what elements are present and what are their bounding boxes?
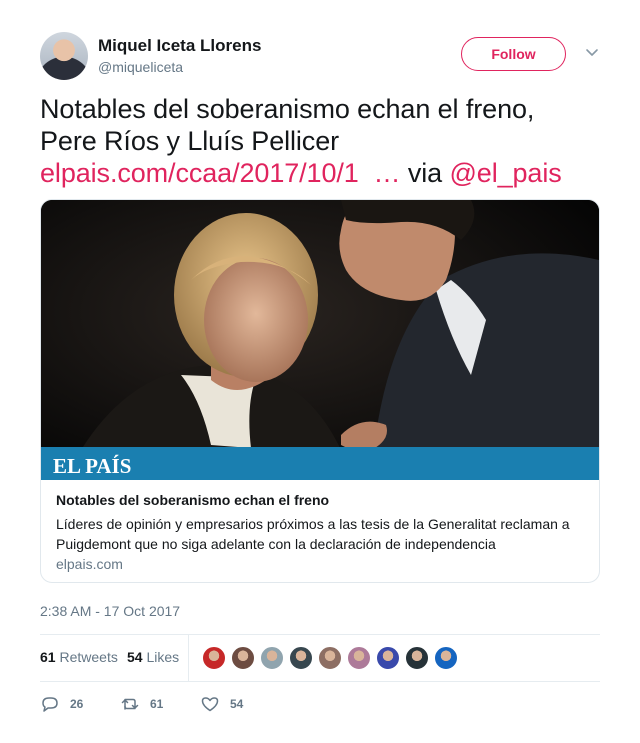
reply-count: 26 [70, 697, 84, 711]
tweet-actions: 26 61 54 [40, 694, 600, 714]
liker-avatar[interactable] [289, 646, 313, 670]
like-button[interactable]: 54 [200, 694, 243, 714]
card-title[interactable]: Notables del soberanismo echan el freno [56, 492, 329, 508]
card-description: Líderes de opinión y empresarios próximo… [56, 516, 570, 552]
heart-icon [201, 697, 219, 712]
retweet-button[interactable]: 61 [120, 694, 163, 714]
likes-label: Likes [146, 649, 180, 665]
author-avatar[interactable] [40, 32, 88, 80]
tweet-text-line-1: Notables del soberanismo echan el freno, [40, 94, 535, 124]
divider-bottom [40, 681, 600, 682]
follow-button[interactable]: Follow [461, 37, 566, 71]
tweet-header: Miquel Iceta Llorens @miqueliceta Follow [40, 32, 600, 82]
retweets-count: 61 [40, 649, 56, 665]
caret-down-icon[interactable] [584, 44, 600, 60]
tweet-text-line-2: Pere Ríos y Lluís Pellicer [40, 126, 340, 156]
link-card[interactable]: EL PAÍS Notables del soberanismo echan e… [40, 199, 600, 583]
card-domain: elpais.com [56, 556, 123, 572]
tweet-stats: 61 Retweets 54 Likes [40, 634, 600, 681]
retweet-count: 61 [150, 697, 164, 711]
author-name[interactable]: Miquel Iceta Llorens [98, 36, 261, 56]
card-photo: EL PAÍS [41, 200, 599, 480]
liker-avatar[interactable] [405, 646, 429, 670]
likes-count: 54 [127, 649, 143, 665]
retweets-stat[interactable]: 61 Retweets [40, 649, 118, 665]
reply-button[interactable]: 26 [40, 694, 83, 714]
card-image[interactable]: EL PAÍS [41, 200, 599, 480]
stats-separator [188, 634, 189, 681]
liker-avatar[interactable] [202, 646, 226, 670]
card-brand-logo: EL PAÍS [53, 454, 131, 478]
link-ellipsis[interactable]: … [374, 158, 401, 188]
like-count: 54 [230, 697, 244, 711]
tweet-timestamp[interactable]: 2:38 AM - 17 Oct 2017 [40, 603, 180, 619]
likes-stat[interactable]: 54 Likes [127, 649, 179, 665]
tweet-text-line-3: elpais.com/ccaa/2017/10/1 … via @el_pais [40, 157, 600, 189]
mention-link[interactable]: @el_pais [449, 158, 561, 188]
article-link[interactable]: elpais.com/ccaa/2017/10/1 [40, 158, 359, 188]
via-text: via [407, 158, 443, 188]
liker-avatar[interactable] [434, 646, 458, 670]
liker-avatar[interactable] [376, 646, 400, 670]
liker-avatar[interactable] [347, 646, 371, 670]
reply-icon [42, 697, 58, 712]
liker-avatar[interactable] [260, 646, 284, 670]
liker-avatar[interactable] [318, 646, 342, 670]
retweet-icon [121, 698, 139, 710]
tweet-text: Notables del soberanismo echan el freno,… [40, 93, 600, 189]
retweets-label: Retweets [59, 649, 118, 665]
author-handle[interactable]: @miqueliceta [98, 59, 183, 75]
liker-avatar[interactable] [231, 646, 255, 670]
